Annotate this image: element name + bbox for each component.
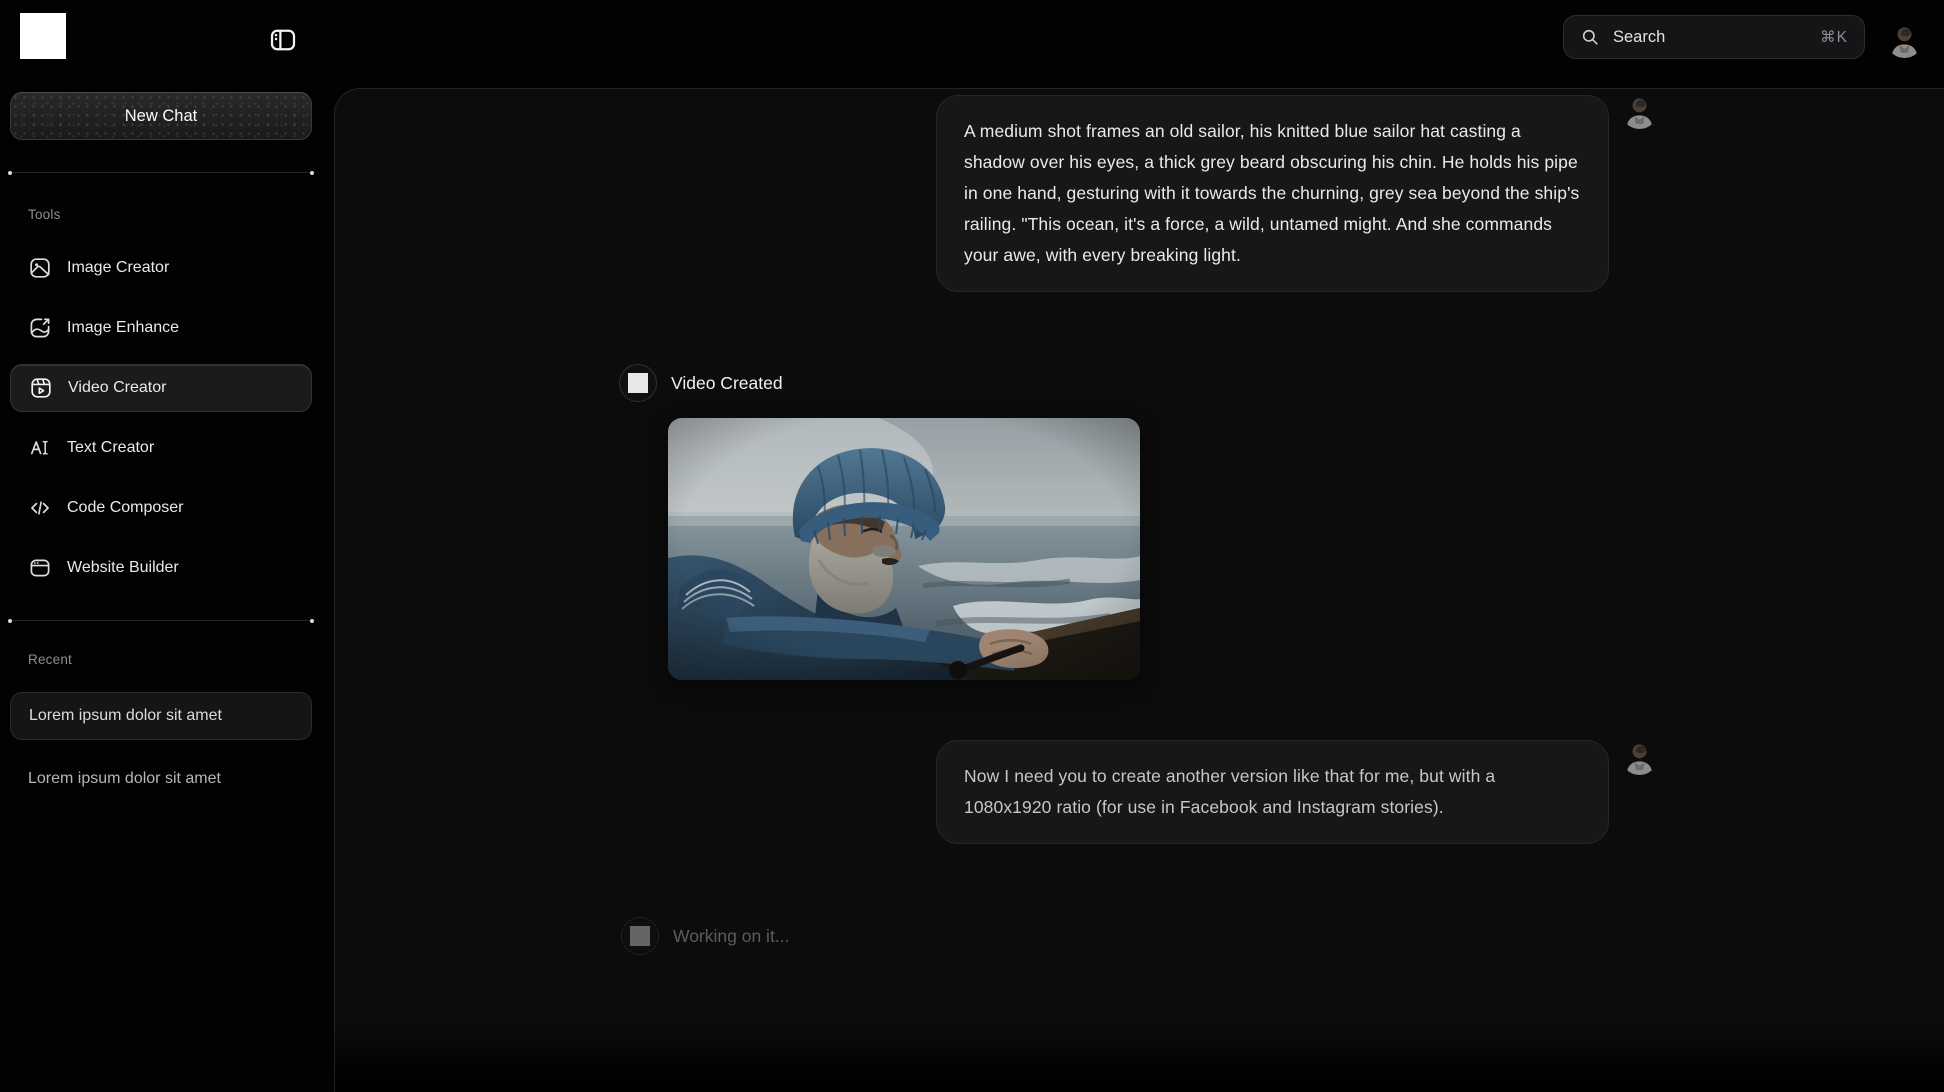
recent-chat-item[interactable]: Lorem ipsum dolor sit amet [10,692,312,740]
recent-section-label: Recent [28,652,72,667]
sidebar-item-label: Code Composer [67,499,184,517]
user-message-bubble: A medium shot frames an old sailor, his … [936,95,1609,292]
website-builder-icon [28,556,52,580]
user-avatar[interactable] [1886,21,1923,58]
sidebar-divider [10,620,312,621]
search-placeholder: Search [1613,28,1820,47]
chat-panel: A medium shot frames an old sailor, his … [334,88,1944,1092]
app-window: Search ⌘K New Chat Tools Image Creator I… [0,0,1944,1092]
sidebar-item-image-creator[interactable]: Image Creator [10,246,312,290]
search-shortcut: ⌘K [1820,28,1848,47]
assistant-logo-icon [621,917,659,955]
new-chat-button[interactable]: New Chat [10,92,312,140]
working-status-label: Working on it... [673,926,789,947]
sidebar-item-label: Image Enhance [67,319,179,337]
avatar [1621,738,1658,775]
sidebar-item-website-builder[interactable]: Website Builder [10,546,312,590]
video-created-row: Video Created [619,364,783,402]
text-creator-icon [28,436,52,460]
panel-left-icon [268,25,298,55]
app-logo [20,13,66,59]
bottom-fade-overlay [335,1020,1944,1092]
image-enhance-icon [28,316,52,340]
recent-chat-item[interactable]: Lorem ipsum dolor sit amet [28,770,221,788]
search-icon [1580,27,1600,47]
sidebar-divider [10,172,312,173]
sidebar-item-image-enhance[interactable]: Image Enhance [10,306,312,350]
sidebar-item-label: Video Creator [68,379,166,397]
sidebar-toggle-button[interactable] [265,22,301,58]
sidebar-item-label: Image Creator [67,259,169,277]
tools-section-label: Tools [28,207,61,222]
video-creator-icon [29,376,53,400]
code-composer-icon [28,496,52,520]
working-status-row: Working on it... [621,917,789,955]
image-creator-icon [28,256,52,280]
video-created-label: Video Created [671,373,783,394]
sidebar-item-video-creator[interactable]: Video Creator [10,364,312,412]
sidebar-item-label: Website Builder [67,559,179,577]
generated-video-thumbnail[interactable] [668,418,1140,680]
avatar [1621,92,1658,129]
search-input[interactable]: Search ⌘K [1563,15,1865,59]
sidebar-item-text-creator[interactable]: Text Creator [10,426,312,470]
assistant-logo-icon [619,364,657,402]
sidebar-item-code-composer[interactable]: Code Composer [10,486,312,530]
sidebar-item-label: Text Creator [67,439,154,457]
user-message-bubble: Now I need you to create another version… [936,740,1609,844]
